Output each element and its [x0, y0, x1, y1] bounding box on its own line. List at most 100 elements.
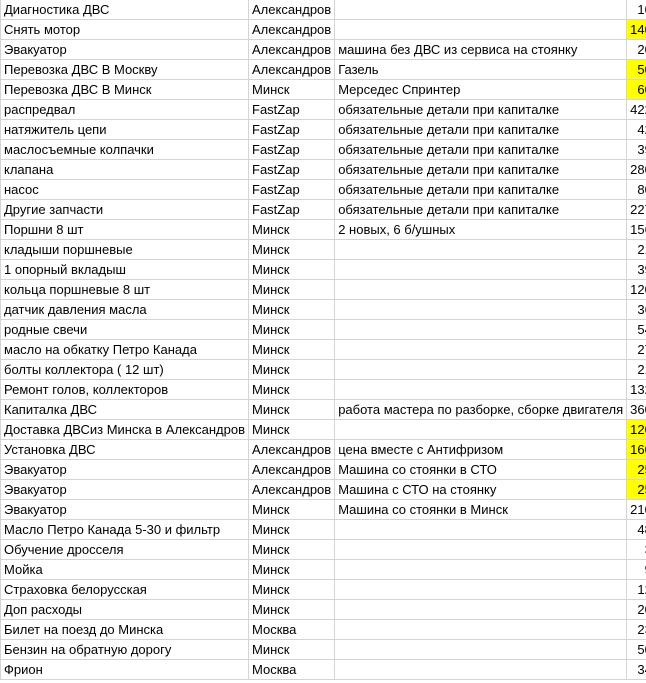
cell-note[interactable]: [334, 599, 628, 620]
cell-note[interactable]: [334, 619, 628, 640]
cell-place[interactable]: Минск: [247, 79, 336, 100]
cell-amount[interactable]: 3600: [626, 299, 646, 320]
cell-note[interactable]: Мерседес Спринтер: [334, 79, 628, 100]
cell-item[interactable]: Другие запчасти: [0, 199, 249, 220]
cell-note[interactable]: обязательные детали при капиталке: [334, 179, 628, 200]
cell-place[interactable]: FastZap: [247, 159, 336, 180]
cell-amount[interactable]: 5000: [626, 639, 646, 660]
cell-amount[interactable]: 12000: [626, 419, 646, 440]
cell-place[interactable]: Минск: [247, 219, 336, 240]
cell-place[interactable]: Александров: [247, 19, 336, 40]
cell-note[interactable]: [334, 299, 628, 320]
cell-amount[interactable]: 22700: [626, 199, 646, 220]
cell-note[interactable]: [334, 539, 628, 560]
cell-amount[interactable]: 2100: [626, 359, 646, 380]
cell-item[interactable]: насос: [0, 179, 249, 200]
cell-amount[interactable]: 900: [626, 559, 646, 580]
cell-note[interactable]: [334, 419, 628, 440]
cell-amount[interactable]: 6000: [626, 79, 646, 100]
cell-place[interactable]: Минск: [247, 639, 336, 660]
cell-note[interactable]: [334, 19, 628, 40]
cell-amount[interactable]: 42200: [626, 99, 646, 120]
cell-item[interactable]: клапана: [0, 159, 249, 180]
cell-amount[interactable]: 5000: [626, 59, 646, 80]
cell-note[interactable]: Газель: [334, 59, 628, 80]
cell-item[interactable]: Эвакуатор: [0, 459, 249, 480]
cell-amount[interactable]: 12000: [626, 279, 646, 300]
cell-item[interactable]: Бензин на обратную дорогу: [0, 639, 249, 660]
cell-place[interactable]: Александров: [247, 0, 336, 20]
cell-item[interactable]: Эвакуатор: [0, 39, 249, 60]
cell-item[interactable]: Доставка ДВСиз Минска в Александров: [0, 419, 249, 440]
cell-place[interactable]: FastZap: [247, 139, 336, 160]
cell-place[interactable]: FastZap: [247, 99, 336, 120]
cell-place[interactable]: Минск: [247, 319, 336, 340]
cell-note[interactable]: Машина со стоянки в Минск: [334, 499, 628, 520]
cell-amount[interactable]: 2700: [626, 339, 646, 360]
cell-item[interactable]: натяжитель цепи: [0, 119, 249, 140]
cell-item[interactable]: Ремонт голов, коллекторов: [0, 379, 249, 400]
cell-place[interactable]: Минск: [247, 559, 336, 580]
cell-amount[interactable]: 21000: [626, 499, 646, 520]
cell-place[interactable]: Минск: [247, 259, 336, 280]
cell-item[interactable]: Перевозка ДВС В Москву: [0, 59, 249, 80]
cell-note[interactable]: обязательные детали при капиталке: [334, 99, 628, 120]
cell-place[interactable]: Александров: [247, 59, 336, 80]
cell-note[interactable]: обязательные детали при капиталке: [334, 199, 628, 220]
cell-item[interactable]: Масло Петро Канада 5-30 и фильтр: [0, 519, 249, 540]
cell-place[interactable]: Москва: [247, 619, 336, 640]
cell-note[interactable]: обязательные детали при капиталке: [334, 139, 628, 160]
cell-note[interactable]: [334, 339, 628, 360]
cell-note[interactable]: машина без ДВС из сервиса на стоянку: [334, 39, 628, 60]
cell-item[interactable]: Диагностика ДВС: [0, 0, 249, 20]
cell-note[interactable]: [334, 0, 628, 20]
cell-item[interactable]: Капиталка ДВС: [0, 399, 249, 420]
cell-amount[interactable]: 4200: [626, 119, 646, 140]
cell-amount[interactable]: 300: [626, 539, 646, 560]
cell-amount[interactable]: 3900: [626, 139, 646, 160]
cell-item[interactable]: кольца поршневые 8 шт: [0, 279, 249, 300]
cell-item[interactable]: Мойка: [0, 559, 249, 580]
cell-note[interactable]: [334, 239, 628, 260]
cell-place[interactable]: Минск: [247, 399, 336, 420]
cell-amount[interactable]: 8000: [626, 179, 646, 200]
cell-place[interactable]: Минск: [247, 339, 336, 360]
cell-amount[interactable]: 13200: [626, 379, 646, 400]
cell-note[interactable]: обязательные детали при капиталке: [334, 159, 628, 180]
cell-place[interactable]: FastZap: [247, 199, 336, 220]
cell-item[interactable]: Обучение дросселя: [0, 539, 249, 560]
cell-item[interactable]: 1 опорный вкладыш: [0, 259, 249, 280]
cell-item[interactable]: Установка ДВС: [0, 439, 249, 460]
cell-item[interactable]: Эвакуатор: [0, 479, 249, 500]
cell-note[interactable]: [334, 639, 628, 660]
cell-place[interactable]: Минск: [247, 539, 336, 560]
cell-item[interactable]: Поршни 8 шт: [0, 219, 249, 240]
cell-note[interactable]: [334, 579, 628, 600]
cell-note[interactable]: Машина со стоянки в СТО: [334, 459, 628, 480]
cell-item[interactable]: масло на обкатку Петро Канада: [0, 339, 249, 360]
cell-note[interactable]: [334, 519, 628, 540]
cell-item[interactable]: Снять мотор: [0, 19, 249, 40]
cell-amount[interactable]: 1200: [626, 579, 646, 600]
cell-item[interactable]: Билет на поезд до Минска: [0, 619, 249, 640]
cell-amount[interactable]: 3900: [626, 259, 646, 280]
cell-note[interactable]: [334, 559, 628, 580]
cell-item[interactable]: Фрион: [0, 659, 249, 680]
cell-amount[interactable]: 2100: [626, 239, 646, 260]
cell-place[interactable]: Минск: [247, 599, 336, 620]
cell-place[interactable]: Александров: [247, 39, 336, 60]
cell-place[interactable]: Минск: [247, 379, 336, 400]
cell-amount[interactable]: 14000: [626, 19, 646, 40]
cell-item[interactable]: Эвакуатор: [0, 499, 249, 520]
cell-note[interactable]: обязательные детали при капиталке: [334, 119, 628, 140]
cell-place[interactable]: Минск: [247, 299, 336, 320]
cell-amount[interactable]: 4800: [626, 519, 646, 540]
cell-note[interactable]: [334, 659, 628, 680]
cell-amount[interactable]: 1000: [626, 0, 646, 20]
cell-amount[interactable]: 16000: [626, 439, 646, 460]
cell-amount[interactable]: 2500: [626, 479, 646, 500]
cell-note[interactable]: [334, 379, 628, 400]
cell-place[interactable]: Москва: [247, 659, 336, 680]
cell-place[interactable]: Минск: [247, 419, 336, 440]
cell-place[interactable]: Минск: [247, 579, 336, 600]
